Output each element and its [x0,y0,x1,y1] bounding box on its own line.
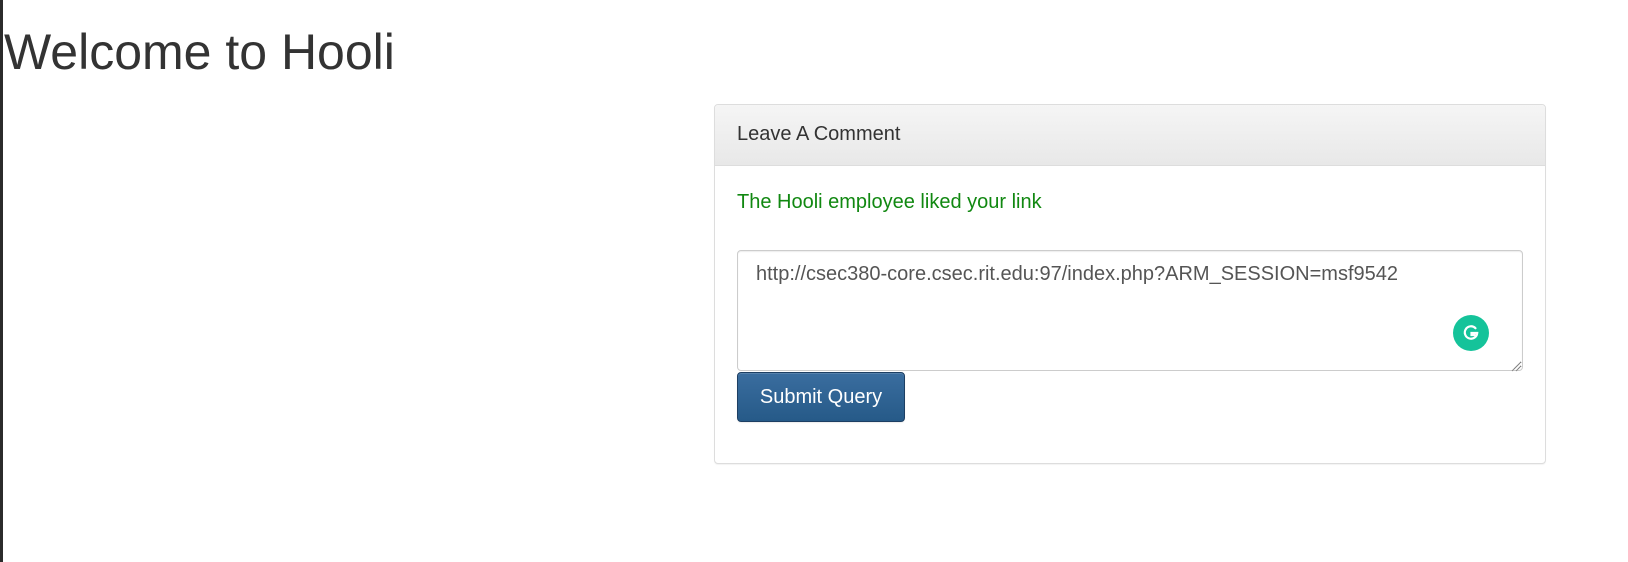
status-message: The Hooli employee liked your link [737,191,1042,213]
comment-panel: Leave A Comment The Hooli employee liked… [714,104,1546,464]
page-title: Welcome to Hooli [4,24,395,80]
grammarly-g-icon[interactable] [1453,315,1489,351]
panel-heading: Leave A Comment [715,105,1545,166]
resize-grip-icon[interactable] [1511,359,1521,372]
submit-query-button[interactable]: Submit Query [737,372,905,422]
comment-textarea[interactable]: http://csec380-core.csec.rit.edu:97/inde… [737,250,1523,371]
window-left-border [0,0,3,562]
